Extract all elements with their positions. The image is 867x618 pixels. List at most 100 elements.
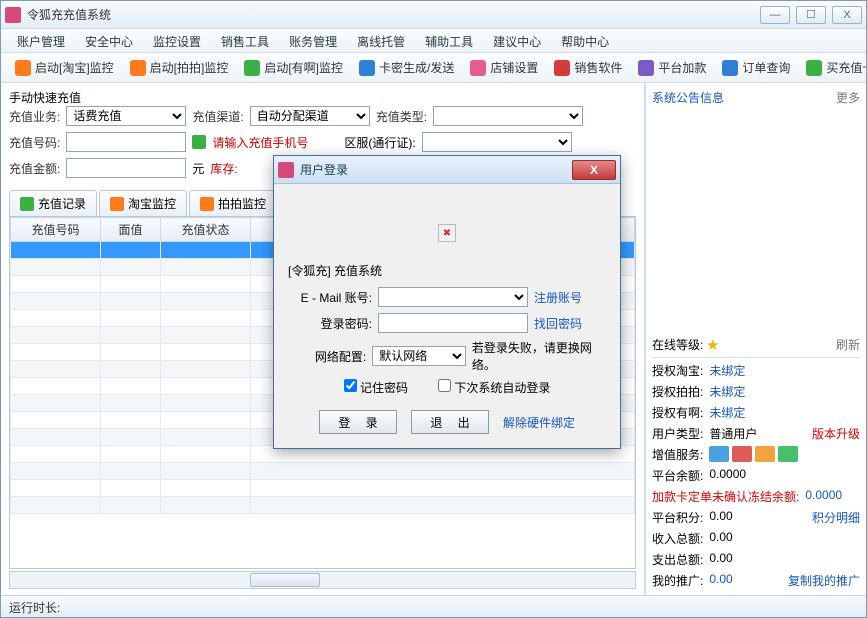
window-buttons: — ☐ X: [760, 6, 862, 24]
upgrade-link[interactable]: 版本升级: [812, 425, 860, 442]
findpwd-link[interactable]: 找回密码: [534, 315, 582, 332]
card-icon: [359, 60, 375, 76]
channel-select[interactable]: 自动分配渠道: [250, 106, 370, 126]
remember-checkbox[interactable]: 记住密码: [344, 379, 408, 396]
expense-label: 支出总额:: [652, 551, 703, 568]
tb-platform-add[interactable]: 平台加款: [632, 57, 712, 78]
broken-image-icon: ✖: [438, 224, 456, 242]
minimize-button[interactable]: —: [760, 6, 790, 24]
num-label: 充值号码:: [9, 134, 60, 151]
tb-paipai-monitor[interactable]: 启动[拍拍]监控: [124, 57, 235, 78]
auth-tb-link[interactable]: 未绑定: [709, 362, 745, 379]
paipai-tab-icon: [200, 197, 214, 211]
star-icon: ★: [707, 338, 719, 352]
email-input[interactable]: [378, 287, 528, 307]
toolbar: 启动[淘宝]监控 启动[拍拍]监控 启动[有啊]监控 卡密生成/发送 店铺设置 …: [1, 53, 866, 83]
exit-button[interactable]: 退 出: [411, 410, 489, 434]
main-window: 令狐充充值系统 — ☐ X 账户管理 安全中心 监控设置 销售工具 账务管理 离…: [0, 0, 867, 618]
menu-finance[interactable]: 账务管理: [279, 29, 347, 52]
shop-icon: [470, 60, 486, 76]
vas-icon-3[interactable]: [755, 446, 775, 462]
tb-taobao-monitor[interactable]: 启动[淘宝]监控: [9, 57, 120, 78]
dialog-app-icon: [278, 162, 294, 178]
tb-shop-settings[interactable]: 店铺设置: [464, 57, 544, 78]
menu-sales[interactable]: 销售工具: [211, 29, 279, 52]
menu-suggest[interactable]: 建议中心: [483, 29, 551, 52]
points-label: 平台积分:: [652, 509, 703, 526]
table-row[interactable]: [11, 463, 635, 480]
register-link[interactable]: 注册账号: [534, 289, 582, 306]
promo-copy[interactable]: 复制我的推广: [788, 572, 860, 589]
level-label: 在线等级:: [652, 338, 703, 352]
login-dialog: 用户登录 X ✖ [令狐充] 充值系统 E - Mail 账号: 注册账号 登录…: [273, 155, 621, 449]
type-label: 充值类型:: [376, 108, 427, 125]
addfund-icon: [638, 60, 654, 76]
col-status[interactable]: 充值状态: [161, 218, 251, 242]
points-detail[interactable]: 积分明细: [812, 509, 860, 526]
menu-monitor[interactable]: 监控设置: [143, 29, 211, 52]
vas-icon-1[interactable]: [709, 446, 729, 462]
refresh-link[interactable]: 刷新: [836, 336, 860, 353]
dialog-close-button[interactable]: X: [572, 160, 616, 180]
menu-aux[interactable]: 辅助工具: [415, 29, 483, 52]
chart-icon: [20, 197, 34, 211]
balance-value: 0.0000: [709, 467, 746, 484]
tab-taobao[interactable]: 淘宝监控: [99, 190, 187, 216]
dialog-body: ✖ [令狐充] 充值系统 E - Mail 账号: 注册账号 登录密码: 找回密…: [274, 184, 620, 448]
dialog-subtitle: [令狐充] 充值系统: [288, 262, 606, 279]
tb-youa-monitor[interactable]: 启动[有啊]监控: [238, 57, 349, 78]
vas-icon-2[interactable]: [732, 446, 752, 462]
notice-title[interactable]: 系统公告信息: [652, 89, 724, 106]
taobao-icon: [15, 60, 31, 76]
vas-icons: [709, 446, 798, 463]
col-face[interactable]: 面值: [101, 218, 161, 242]
type-select[interactable]: [433, 106, 583, 126]
user-type-label: 用户类型:: [652, 425, 703, 442]
tb-order-query[interactable]: 订单查询: [716, 57, 796, 78]
unbind-link[interactable]: 解除硬件绑定: [503, 414, 575, 431]
tab-paipai[interactable]: 拍拍监控: [189, 190, 277, 216]
auth-ya-link[interactable]: 未绑定: [709, 404, 745, 421]
titlebar: 令狐充充值系统 — ☐ X: [1, 1, 866, 29]
dialog-title: 用户登录: [300, 161, 572, 178]
table-row[interactable]: [11, 480, 635, 497]
runtime-label: 运行时长:: [9, 601, 60, 615]
dialog-titlebar: 用户登录 X: [274, 156, 620, 184]
auto-input[interactable]: [438, 379, 451, 392]
channel-label: 充值渠道:: [192, 108, 243, 125]
biz-select[interactable]: 话费充值: [66, 106, 186, 126]
vas-icon-4[interactable]: [778, 446, 798, 462]
pwd-input[interactable]: [378, 313, 528, 333]
frozen-label: 加款卡定单未确认冻结余额:: [652, 488, 799, 505]
h-scrollbar[interactable]: [9, 571, 636, 589]
table-row[interactable]: [11, 497, 635, 514]
taobao-tab-icon: [110, 197, 124, 211]
net-hint: 若登录失败，请更换网络。: [472, 339, 606, 373]
close-button[interactable]: X: [832, 6, 862, 24]
tab-recharge[interactable]: 充值记录: [9, 190, 97, 216]
auto-checkbox[interactable]: 下次系统自动登录: [438, 379, 550, 396]
plus-icon[interactable]: [192, 135, 206, 149]
scroll-thumb[interactable]: [250, 573, 320, 587]
notice-more[interactable]: 更多: [836, 89, 860, 106]
net-select[interactable]: 默认网络: [372, 346, 466, 366]
tb-buy-card[interactable]: 买充值卡: [800, 57, 866, 78]
promo-value[interactable]: 0.00: [709, 572, 732, 589]
tb-cardkey[interactable]: 卡密生成/发送: [353, 57, 460, 78]
remember-input[interactable]: [344, 379, 357, 392]
menu-security[interactable]: 安全中心: [75, 29, 143, 52]
youa-icon: [244, 60, 260, 76]
menu-account[interactable]: 账户管理: [7, 29, 75, 52]
zone-select[interactable]: [422, 132, 572, 152]
amt-input[interactable]: [66, 158, 186, 178]
menu-help[interactable]: 帮助中心: [551, 29, 619, 52]
num-input[interactable]: [66, 132, 186, 152]
login-button[interactable]: 登 录: [319, 410, 397, 434]
auth-pp-link[interactable]: 未绑定: [709, 383, 745, 400]
col-number[interactable]: 充值号码: [11, 218, 101, 242]
menu-offline[interactable]: 离线托管: [347, 29, 415, 52]
tb-sales-software[interactable]: 销售软件: [548, 57, 628, 78]
maximize-button[interactable]: ☐: [796, 6, 826, 24]
statusbar: 运行时长:: [1, 595, 866, 617]
order-icon: [722, 60, 738, 76]
